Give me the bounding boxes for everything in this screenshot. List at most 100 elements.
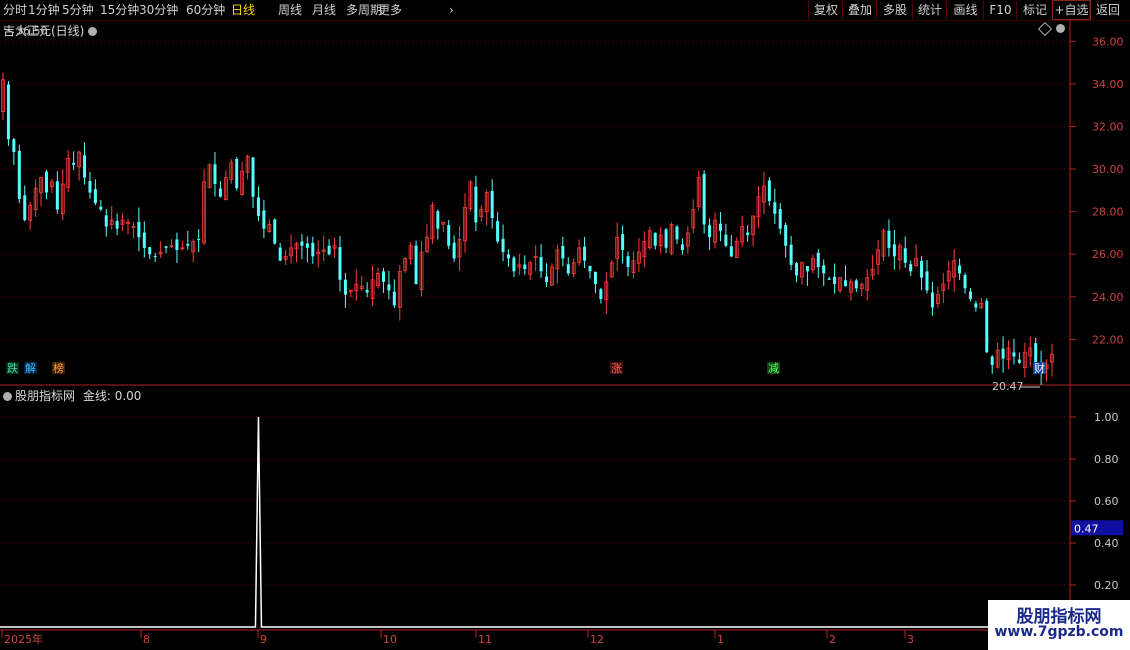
candle-body [930,292,934,308]
candle-body [773,202,777,214]
candle-body [99,206,103,210]
candle-body [392,291,396,306]
candle-body [186,244,190,246]
candle-body [262,210,266,229]
candle-body [381,271,385,282]
candle-body [746,232,750,236]
more-chevron-icon[interactable]: › [449,2,454,18]
candle-body [311,242,315,257]
period-tab-9[interactable]: 多周期 [346,2,382,18]
candle-body [724,234,728,246]
candle-body [115,220,119,229]
candle-body [925,271,929,291]
candle-body [1017,359,1021,363]
candle-body [909,264,913,272]
period-tab-4[interactable]: 30分钟 [139,2,178,18]
candle-body [958,265,962,274]
candle-body [23,195,27,221]
candle-body [175,239,179,250]
candle-body [789,244,793,265]
period-tab-3[interactable]: 15分钟 [100,2,139,18]
toolbar-button-1[interactable]: 叠加 [842,1,877,19]
candle-body [545,276,549,282]
candle-body [827,278,831,280]
period-tab-2[interactable]: 5分钟 [62,2,94,18]
candle-body [778,209,782,229]
price-tick-label: 22.00 [1092,333,1124,346]
event-badge: 跌 [7,361,18,375]
date-label: 8 [143,633,150,646]
candle-body [1012,352,1016,357]
candle-body [1034,343,1038,363]
period-tab-7[interactable]: 周线 [278,2,302,18]
period-tab-10[interactable]: 更多 [378,2,402,18]
watermark-logo: 股朋指标网 www.7gpzb.com [988,600,1130,650]
candle-body [197,238,201,240]
candle-body [55,181,59,210]
candle-body [523,264,527,270]
candle-body [72,162,76,165]
toolbar-button-4[interactable]: 画线 [946,1,984,19]
candle-body [588,265,592,272]
candle-body [854,280,858,289]
date-label: 11 [478,633,492,646]
period-tab-8[interactable]: 月线 [312,2,336,18]
toolbar-button-0[interactable]: 复权 [808,1,843,19]
candle-body [974,303,978,308]
candle-body [93,189,97,204]
candle-body [142,232,146,248]
candle-body [599,289,603,299]
candle-body [843,280,847,287]
period-tab-6[interactable]: 日线 [231,2,255,18]
candle-body [822,265,826,274]
candle-body [213,164,217,184]
candle-body [501,238,505,253]
candle-body [767,180,771,201]
candle-body [626,256,630,268]
candle-body [512,257,516,272]
event-badge: 榜 [53,361,64,375]
candle-body [153,256,157,258]
toolbar-button-8[interactable]: 返回 [1089,1,1126,19]
date-label: 2025年 [4,632,43,646]
period-tab-5[interactable]: 60分钟 [186,2,225,18]
candle-body [6,84,10,140]
candle-body [680,244,684,250]
candle-body [621,233,625,250]
toolbar-button-6[interactable]: 标记 [1016,1,1053,19]
event-badge: 减 [768,362,779,375]
price-tick-label: 26.00 [1092,248,1124,261]
candle-body [784,224,788,246]
chart-canvas[interactable]: 36.00 34.00 32.00 30.00 28.00 26.00 24.00 22.00… [0,20,1130,650]
candle-body [436,211,440,229]
period-tab-0[interactable]: 分时 [3,2,27,18]
date-label: 9 [260,633,267,646]
candle-body [496,220,500,242]
candle-body [566,264,570,274]
candle-body [593,271,597,285]
date-label: 1 [717,633,724,646]
date-label: 10 [383,633,397,646]
candle-body [273,219,277,244]
toolbar-button-5[interactable]: F10 [983,1,1017,19]
candle-body [920,260,924,278]
candle-body [83,155,87,178]
candle-body [104,215,108,227]
event-badge: 财 [1034,361,1045,375]
indicator-tick-label: 0.20 [1094,579,1119,592]
price-tick-label: 24.00 [1092,291,1124,304]
candle-body [300,241,304,246]
candle-body [729,246,733,257]
candle-body [805,266,809,272]
candle-body [583,246,587,261]
toolbar-button-3[interactable]: 统计 [912,1,947,19]
price-tick-label: 32.00 [1092,120,1124,133]
toolbar-button-7[interactable]: +自选 [1052,0,1091,20]
candle-body [343,279,347,295]
candle-body [506,254,510,259]
toolbar-button-2[interactable]: 多股 [876,1,913,19]
period-tab-1[interactable]: 1分钟 [28,2,60,18]
candle-body [795,263,799,276]
candle-body [164,246,168,248]
candle-body [718,223,722,231]
